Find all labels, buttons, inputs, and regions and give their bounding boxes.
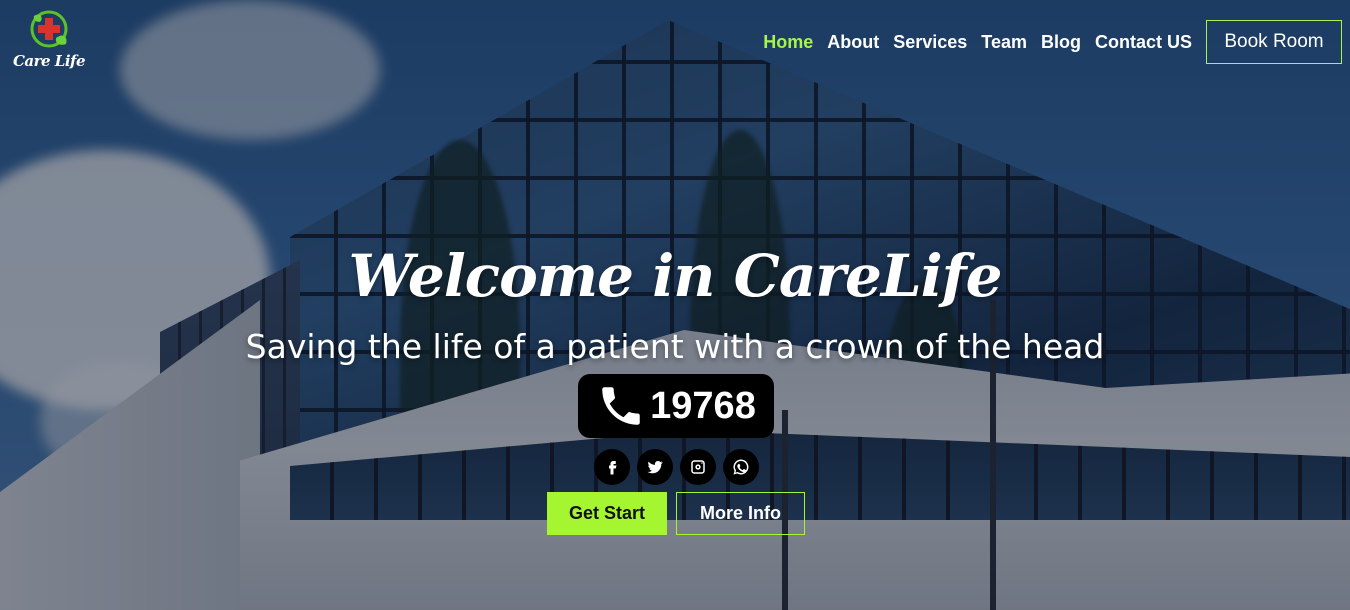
whatsapp-icon (733, 459, 749, 475)
facebook-icon (609, 461, 617, 475)
nav-about[interactable]: About (827, 32, 879, 53)
twitter-icon (647, 461, 663, 474)
instagram-link[interactable] (680, 449, 716, 485)
logo-text: Care Life (12, 52, 86, 70)
phone-number: 19768 (650, 384, 756, 427)
nav-team[interactable]: Team (981, 32, 1027, 53)
nav-services[interactable]: Services (893, 32, 967, 53)
social-links (594, 449, 759, 485)
facebook-link[interactable] (594, 449, 630, 485)
hero-subtitle: Saving the life of a patient with a crow… (245, 327, 1105, 366)
get-start-button[interactable]: Get Start (547, 492, 667, 535)
twitter-link[interactable] (637, 449, 673, 485)
medical-cross-leaf-icon (30, 10, 68, 48)
hotline-badge[interactable]: 19768 (578, 374, 774, 438)
nav-blog[interactable]: Blog (1041, 32, 1081, 53)
more-info-button[interactable]: More Info (676, 492, 805, 535)
instagram-icon (691, 460, 705, 474)
phone-icon (602, 387, 640, 425)
brand-logo[interactable]: Care Life (12, 8, 86, 72)
nav-home[interactable]: Home (763, 32, 813, 53)
hero-title: Welcome in CareLife (348, 242, 1002, 310)
nav-contact-us[interactable]: Contact US (1095, 32, 1192, 53)
whatsapp-link[interactable] (723, 449, 759, 485)
hero-cta-row: Get Start More Info (547, 492, 805, 535)
book-room-button[interactable]: Book Room (1206, 20, 1342, 64)
main-navbar: Home About Services Team Blog Contact US… (763, 20, 1342, 64)
